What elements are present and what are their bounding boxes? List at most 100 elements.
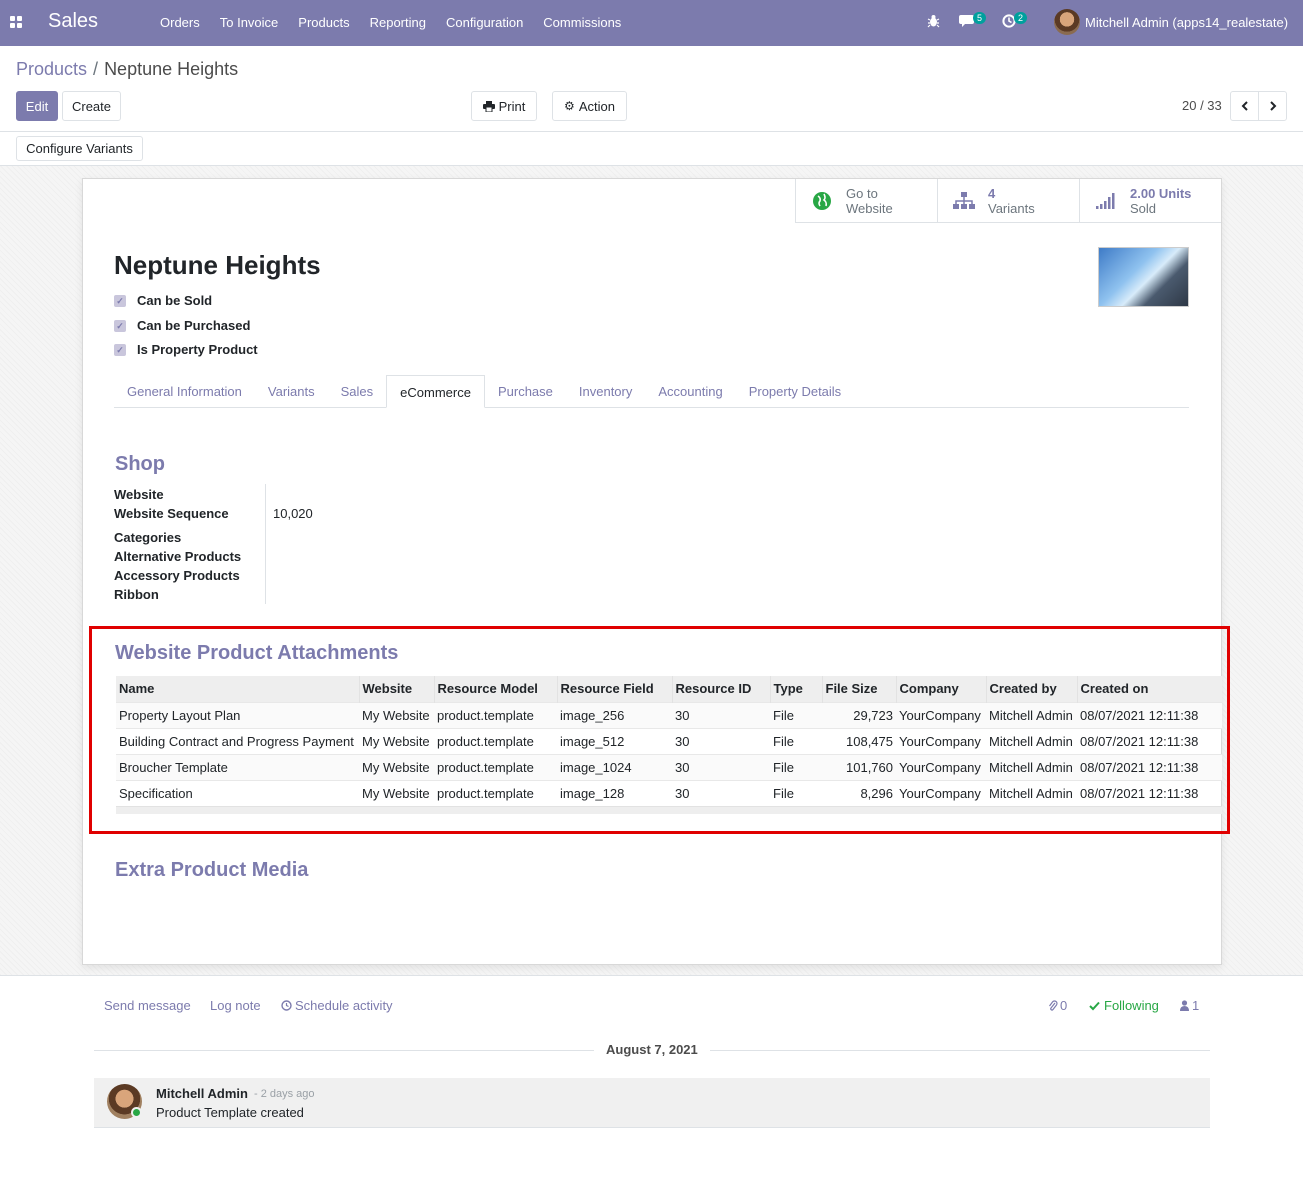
create-button[interactable]: Create: [62, 91, 121, 121]
configure-variants-button[interactable]: Configure Variants: [16, 136, 143, 161]
can-be-sold-checkbox[interactable]: ✓ Can be Sold: [114, 293, 212, 308]
send-message-button[interactable]: Send message: [104, 998, 191, 1013]
pager-value[interactable]: 20 / 33: [1182, 98, 1222, 113]
online-status-icon: [131, 1107, 142, 1118]
column-header[interactable]: Website: [358, 676, 434, 702]
tab-inventory[interactable]: Inventory: [566, 375, 645, 408]
tab-property-details[interactable]: Property Details: [736, 375, 854, 408]
user-avatar: [1054, 9, 1080, 35]
tab-general-information[interactable]: General Information: [114, 375, 255, 408]
column-header[interactable]: Type: [769, 676, 822, 702]
message-timestamp: - 2 days ago: [254, 1088, 315, 1100]
table-cell: 08/07/2021 12:11:38: [1077, 727, 1222, 754]
table-cell: image_1024: [557, 753, 672, 780]
go-to-website-button[interactable]: Go to Website: [795, 179, 937, 223]
menu-to-invoice[interactable]: To Invoice: [210, 0, 289, 46]
variants-label: Variants: [988, 201, 1035, 216]
action-button[interactable]: ⚙ Action: [552, 91, 627, 121]
menu-reporting[interactable]: Reporting: [360, 0, 436, 46]
tab-ecommerce[interactable]: eCommerce: [386, 375, 485, 408]
column-header[interactable]: File Size: [821, 676, 896, 702]
schedule-activity-button[interactable]: Schedule activity: [281, 998, 393, 1013]
pager-next-button[interactable]: [1258, 91, 1287, 121]
debug-bug-icon[interactable]: [927, 14, 940, 31]
table-cell: Property Layout Plan: [116, 701, 359, 728]
user-menu[interactable]: Mitchell Admin (apps14_realestate): [1054, 9, 1288, 35]
website-line1: Go to: [846, 186, 878, 201]
check-icon: [1089, 1001, 1100, 1011]
table-cell: image_128: [557, 779, 672, 806]
table-cell: 08/07/2021 12:11:38: [1077, 701, 1222, 728]
tab-accounting[interactable]: Accounting: [645, 375, 735, 408]
column-header[interactable]: Name: [116, 676, 359, 702]
table-row[interactable]: Building Contract and Progress Payment M…: [116, 727, 1222, 754]
table-cell: product.template: [434, 727, 557, 754]
message-author[interactable]: Mitchell Admin: [156, 1086, 248, 1101]
table-cell: YourCompany: [896, 701, 986, 728]
top-navbar: Sales Orders To Invoice Products Reporti…: [0, 0, 1303, 46]
units-sold-button[interactable]: 2.00 Units Sold: [1079, 179, 1221, 223]
table-row[interactable]: Broucher Template My Website product.tem…: [116, 753, 1222, 780]
is-property-product-label: Is Property Product: [137, 342, 258, 357]
edit-button[interactable]: Edit: [16, 91, 58, 121]
product-name[interactable]: Neptune Heights: [114, 250, 321, 281]
print-label: Print: [498, 98, 526, 114]
chevron-left-icon: [1241, 99, 1249, 114]
categories-label: Categories: [114, 530, 182, 545]
variants-count: 4: [988, 186, 996, 201]
control-panel: Products / Neptune Heights Edit Create Pri…: [0, 46, 1303, 132]
checkmark-icon: ✓: [114, 294, 126, 307]
table-cell: My Website: [359, 727, 434, 754]
pager-previous-button[interactable]: [1230, 91, 1259, 121]
variants-button[interactable]: 4 Variants: [937, 179, 1079, 223]
attachments-counter-button[interactable]: 0: [1048, 998, 1067, 1013]
gear-icon: ⚙: [564, 99, 575, 113]
clock-icon: [281, 1000, 292, 1011]
table-cell: Mitchell Admin: [986, 727, 1077, 754]
table-cell: 29,723: [822, 701, 896, 728]
website-sequence-label: Website Sequence: [114, 506, 229, 521]
sitemap-icon: [952, 189, 976, 213]
is-property-product-checkbox[interactable]: ✓ Is Property Product: [114, 342, 258, 357]
table-cell: YourCompany: [896, 779, 986, 806]
column-header[interactable]: Resource Field: [556, 676, 672, 702]
can-be-purchased-checkbox[interactable]: ✓ Can be Purchased: [114, 318, 250, 333]
table-cell: My Website: [359, 701, 434, 728]
table-row[interactable]: Specification My Website product.templat…: [116, 779, 1222, 806]
print-icon: [482, 100, 495, 112]
table-cell: Specification: [116, 779, 359, 806]
menu-orders[interactable]: Orders: [150, 0, 210, 46]
following-button[interactable]: Following: [1089, 998, 1159, 1013]
column-header[interactable]: Resource Model: [433, 676, 557, 702]
table-cell: File: [770, 727, 822, 754]
followers-button[interactable]: 1: [1180, 998, 1199, 1013]
table-cell: product.template: [434, 701, 557, 728]
column-header[interactable]: Created by: [985, 676, 1077, 702]
menu-configuration[interactable]: Configuration: [436, 0, 533, 46]
units-sold-label: Sold: [1130, 201, 1157, 216]
menu-commissions[interactable]: Commissions: [533, 0, 631, 46]
signal-bars-icon: [1094, 189, 1118, 213]
form-sheet: Go to Website 4 Variants 2.00 Units Sold: [82, 178, 1222, 965]
table-cell: 8,296: [822, 779, 896, 806]
main-menu: Orders To Invoice Products Reporting Con…: [150, 0, 631, 46]
website-sequence-value[interactable]: 10,020: [273, 506, 313, 521]
website-label: Website: [114, 487, 164, 502]
app-brand[interactable]: Sales: [48, 10, 98, 33]
breadcrumb-parent[interactable]: Products: [16, 59, 87, 79]
product-image[interactable]: [1098, 247, 1189, 307]
field-divider: [265, 484, 266, 604]
tab-variants[interactable]: Variants: [255, 375, 328, 408]
apps-menu-icon[interactable]: [10, 16, 22, 28]
table-footer: [116, 806, 1222, 814]
tab-sales[interactable]: Sales: [328, 375, 387, 408]
tab-purchase[interactable]: Purchase: [485, 375, 566, 408]
menu-products[interactable]: Products: [288, 0, 359, 46]
column-header[interactable]: Created on: [1076, 676, 1222, 702]
column-header[interactable]: Company: [895, 676, 986, 702]
print-button[interactable]: Print: [471, 91, 537, 121]
log-note-button[interactable]: Log note: [210, 998, 261, 1013]
column-header[interactable]: Resource ID: [671, 676, 770, 702]
table-row[interactable]: Property Layout Plan My Website product.…: [116, 701, 1222, 728]
smart-button-box: Go to Website 4 Variants 2.00 Units Sold: [795, 179, 1221, 223]
